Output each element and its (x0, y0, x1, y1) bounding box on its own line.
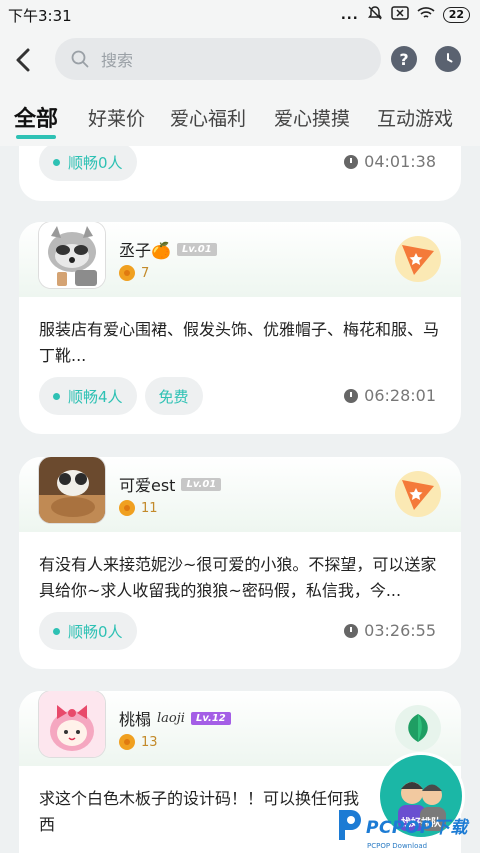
search-input[interactable]: 搜索 (55, 38, 381, 80)
watermark-text: PCPOP下载 (366, 817, 468, 838)
sim-off-icon (390, 6, 409, 24)
free-label: 免费 (158, 387, 189, 406)
user-name[interactable]: 可爱est (119, 472, 175, 496)
search-icon (71, 50, 89, 68)
pill-row: 顺畅0人 (39, 146, 137, 181)
category-tabs: 全部 好莱价 爱心福利 爱心摸摸 互动游戏 (0, 90, 480, 146)
flower-count-row: 7 (119, 265, 149, 281)
status-bar: 下午3:31 ... 22 (0, 0, 480, 30)
tab-all[interactable]: 全部 (14, 101, 58, 133)
user-name-row: 可爱est Lv.01 (119, 472, 222, 496)
chevron-left-icon (16, 48, 30, 72)
queue-count: 顺畅0人 (68, 153, 123, 172)
user-name-row: 丞子🍊 Lv.01 (119, 237, 217, 261)
queue-count: 顺畅0人 (68, 622, 123, 641)
level-badge: Lv.01 (181, 477, 222, 491)
help-icon[interactable]: ? (391, 46, 417, 72)
level-badge: Lv.01 (176, 242, 217, 256)
tab-hollywood-price[interactable]: 好莱价 (88, 104, 145, 131)
flower-count: 7 (141, 265, 150, 281)
post-card[interactable]: 丞子🍊 Lv.01 7 服装店有爱心围裙、假发头饰、优雅帽子、梅花和服、马丁靴.… (19, 222, 461, 434)
card-header: 丞子🍊 Lv.01 7 (19, 222, 461, 297)
queue-count: 顺畅4人 (68, 387, 123, 406)
post-description: 服装店有爱心围裙、假发头饰、优雅帽子、梅花和服、马丁靴... (39, 320, 440, 365)
flower-count: 11 (141, 500, 158, 516)
header: 搜索 ? (0, 30, 480, 90)
search-placeholder: 搜索 (101, 51, 134, 70)
tab-interactive-games[interactable]: 互动游戏 (377, 104, 453, 131)
post-description: 求这个白色木板子的设计码！！可以换任何我西 (39, 789, 360, 834)
avatar[interactable] (39, 457, 105, 523)
post-time: 06:28:01 (344, 386, 436, 405)
user-name-suffix: laoji (157, 710, 185, 726)
level-badge: Lv.12 (190, 711, 231, 725)
status-dots: ... (340, 7, 359, 23)
tab-love-pat[interactable]: 爱心摸摸 (274, 104, 350, 131)
status-time: 下午3:31 (8, 6, 72, 25)
dot-icon (53, 158, 60, 166)
clock-icon (344, 388, 359, 403)
user-name[interactable]: 丞子🍊 (119, 237, 171, 261)
user-name[interactable]: 桃榻 (119, 706, 151, 730)
mute-icon (367, 5, 383, 25)
post-feed: 顺畅0人 04:01:38 丞子🍊 Lv.01 7 服装店有爱心围裙、假发头饰、… (0, 146, 480, 853)
battery-indicator: 22 (442, 7, 470, 23)
queue-pill[interactable]: 顺畅0人 (39, 612, 137, 650)
post-time: 04:01:38 (344, 152, 436, 171)
user-name-row: 桃榻 laoji Lv.12 (119, 706, 231, 730)
clock-icon (344, 623, 359, 638)
pill-row: 顺畅4人 免费 (39, 377, 203, 415)
status-icons: ... 22 (341, 5, 470, 25)
clock-history-icon[interactable] (435, 46, 461, 72)
time-text: 03:26:55 (364, 621, 436, 640)
pennant-star-icon (395, 236, 441, 282)
wifi-icon (417, 6, 435, 24)
time-text: 06:28:01 (364, 386, 436, 405)
back-button[interactable] (0, 30, 46, 90)
post-card[interactable]: 可爱est Lv.01 11 有没有人来接范妮沙~很可爱的小狼。不探望，可以送家… (19, 457, 461, 669)
flower-icon (119, 265, 135, 281)
post-description: 有没有人来接范妮沙~很可爱的小狼。不探望，可以送家具给你~求人收留我的狼狼~密码… (39, 555, 437, 600)
pennant-star-icon (395, 471, 441, 517)
pcpop-logo-icon (339, 810, 361, 840)
tab-love-benefits[interactable]: 爱心福利 (170, 104, 246, 131)
card-header: 可爱est Lv.01 11 (19, 457, 461, 532)
post-card[interactable]: 顺畅0人 04:01:38 (19, 146, 461, 201)
active-tab-indicator (16, 135, 56, 139)
leaf-icon (395, 705, 441, 751)
pcpop-watermark: PCPOP下载 PCPOP Download (333, 808, 468, 850)
pill-row: 顺畅0人 (39, 612, 137, 650)
watermark-subtext: PCPOP Download (367, 842, 428, 850)
flower-count-row: 11 (119, 500, 158, 516)
dot-icon (53, 627, 60, 635)
avatar[interactable] (39, 222, 105, 288)
flower-icon (119, 500, 135, 516)
queue-pill[interactable]: 顺畅4人 (39, 377, 137, 415)
dot-icon (53, 392, 60, 400)
card-header: 桃榻 laoji Lv.12 13 (19, 691, 461, 766)
free-pill[interactable]: 免费 (144, 377, 203, 415)
flower-count: 13 (141, 734, 158, 750)
flower-count-row: 13 (119, 734, 158, 750)
queue-pill[interactable]: 顺畅0人 (39, 146, 137, 181)
clock-icon (344, 154, 359, 169)
avatar[interactable] (39, 691, 105, 757)
flower-icon (119, 734, 135, 750)
time-text: 04:01:38 (364, 152, 436, 171)
post-time: 03:26:55 (344, 621, 436, 640)
